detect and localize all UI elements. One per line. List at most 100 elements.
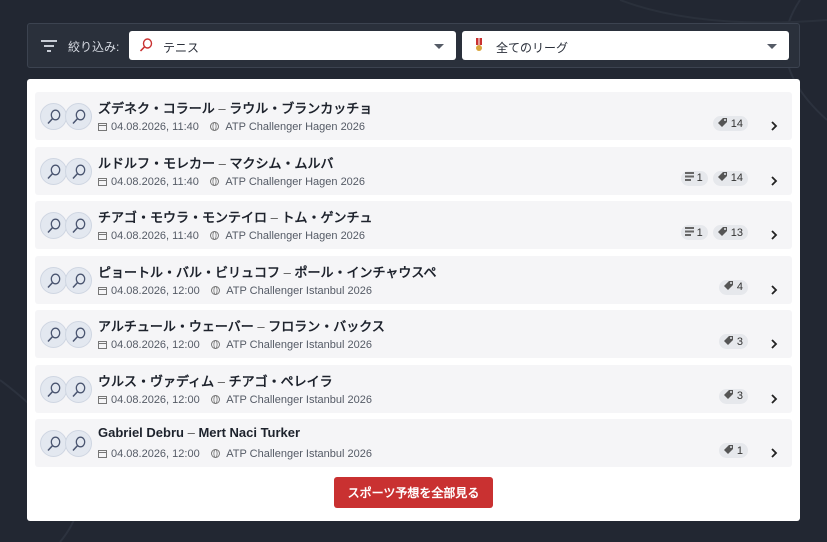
chevron-right-icon[interactable] — [770, 227, 778, 240]
match-badges: 4 — [718, 279, 748, 295]
home-player: ズデネク・コラール — [98, 101, 215, 116]
calendar-icon — [98, 121, 111, 133]
away-player: Mert Naci Turker — [198, 425, 301, 440]
match-league: ATP Challenger Hagen 2026 — [225, 175, 366, 188]
away-avatar — [65, 321, 92, 348]
match-date: 04.08.2026, 11:40 — [111, 175, 199, 188]
away-player: チアゴ・ペレイラ — [228, 373, 333, 389]
match-title: チアゴ・モウラ・モンテイロ – トム・ゲンチュ — [98, 207, 373, 226]
globe-icon — [203, 285, 224, 297]
tips-count-badge: 1 — [718, 443, 748, 458]
calendar-icon — [98, 394, 111, 406]
match-league: ATP Challenger Istanbul 2026 — [226, 393, 372, 406]
match-row[interactable]: ルドルフ・モレカー – マクシム・ムルバ 04.08.2026, 11:40 A… — [35, 146, 792, 195]
versus-separator: – — [218, 101, 226, 116]
team-avatars — [40, 375, 96, 404]
league-select-value: 全てのリーグ — [496, 41, 569, 55]
match-row[interactable]: ウルス・ヴァディム – チアゴ・ペレイラ 04.08.2026, 12:00 A… — [35, 364, 792, 413]
league-select[interactable]: 全てのリーグ — [462, 31, 789, 60]
match-row[interactable]: ズデネク・コラール – ラウル・ブランカッチョ 04.08.2026, 11:4… — [35, 92, 792, 140]
match-meta: 04.08.2026, 11:40 ATP Challenger Hagen 2… — [98, 230, 365, 242]
home-avatar — [40, 103, 67, 130]
match-row[interactable]: Gabriel Debru – Mert Naci Turker 04.08.2… — [35, 419, 792, 467]
tag-icon — [717, 171, 728, 185]
match-meta: 04.08.2026, 11:40 ATP Challenger Hagen 2… — [98, 176, 365, 188]
tips-count: 14 — [730, 172, 743, 184]
match-league: ATP Challenger Hagen 2026 — [225, 121, 366, 133]
match-row[interactable]: アルチュール・ウェーバー – フロラン・バックス 04.08.2026, 12:… — [35, 310, 792, 358]
tips-count: 13 — [730, 226, 743, 239]
match-date: 04.08.2026, 11:40 — [111, 230, 199, 242]
chevron-right-icon[interactable] — [770, 336, 778, 349]
match-badges: 3 — [718, 388, 748, 404]
chevron-right-icon[interactable] — [770, 445, 778, 458]
filter-label: 絞り込み: — [68, 40, 120, 54]
team-avatars — [40, 103, 96, 131]
home-player: ルドルフ・モレカー — [98, 155, 216, 171]
tips-count-badge: 13 — [712, 225, 748, 240]
team-avatars — [40, 157, 96, 186]
home-avatar — [40, 157, 67, 185]
match-row[interactable]: チアゴ・モウラ・モンテイロ – トム・ゲンチュ 04.08.2026, 11:4… — [35, 201, 792, 249]
home-avatar — [40, 430, 67, 457]
versus-separator: – — [257, 319, 265, 334]
home-avatar — [40, 375, 67, 403]
match-title: ウルス・ヴァディム – チアゴ・ペレイラ — [98, 371, 333, 390]
match-date: 04.08.2026, 12:00 — [111, 284, 200, 297]
tips-count: 1 — [736, 444, 743, 457]
team-avatars — [40, 212, 96, 240]
tips-count: 3 — [736, 335, 743, 348]
chevron-right-icon[interactable] — [770, 118, 778, 131]
away-avatar — [65, 212, 92, 239]
match-badges: 1 14 — [680, 170, 748, 186]
globe-icon — [202, 121, 223, 133]
match-date: 04.08.2026, 11:40 — [111, 121, 199, 133]
news-icon — [684, 226, 694, 239]
calendar-icon — [98, 285, 111, 297]
match-meta: 04.08.2026, 12:00 ATP Challenger Istanbu… — [98, 339, 372, 351]
globe-icon — [203, 448, 224, 460]
tag-icon — [723, 335, 734, 349]
away-player: ポール・インチャウスペ — [294, 264, 437, 280]
match-date: 04.08.2026, 12:00 — [111, 393, 200, 406]
match-date: 04.08.2026, 12:00 — [111, 339, 200, 351]
versus-separator: – — [283, 264, 291, 280]
chevron-right-icon[interactable] — [770, 173, 778, 186]
home-player: Gabriel Debru — [98, 425, 184, 440]
filter-icon[interactable] — [41, 40, 57, 52]
tips-count-badge: 14 — [712, 116, 748, 131]
match-badges: 3 — [718, 334, 748, 349]
match-meta: 04.08.2026, 12:00 ATP Challenger Istanbu… — [98, 448, 372, 460]
calendar-icon — [98, 176, 111, 188]
view-all-tips-button[interactable]: スポーツ予想を全部見る — [334, 477, 493, 508]
chevron-right-icon[interactable] — [770, 282, 778, 295]
sport-select[interactable]: テニス — [129, 31, 456, 60]
news-count: 1 — [696, 172, 703, 184]
away-player: トム・ゲンチュ — [281, 210, 373, 225]
news-icon — [684, 172, 694, 184]
matches-panel: ズデネク・コラール – ラウル・ブランカッチョ 04.08.2026, 11:4… — [27, 79, 800, 521]
match-title: ピョートル・バル・ビリュコフ – ポール・インチャウスペ — [98, 262, 436, 281]
match-badges: 14 — [712, 116, 748, 131]
home-avatar — [40, 266, 67, 294]
match-title: ルドルフ・モレカー – マクシム・ムルバ — [98, 153, 334, 172]
match-badges: 1 13 — [680, 225, 748, 240]
news-count-badge: 1 — [680, 225, 708, 240]
away-avatar — [65, 266, 92, 294]
tips-count: 14 — [730, 117, 743, 130]
away-avatar — [65, 157, 92, 185]
versus-separator: – — [270, 210, 278, 225]
away-avatar — [65, 375, 92, 403]
match-league: ATP Challenger Hagen 2026 — [225, 230, 366, 242]
tag-icon — [723, 389, 734, 403]
chevron-right-icon[interactable] — [770, 391, 778, 404]
match-title: Gabriel Debru – Mert Naci Turker — [98, 425, 300, 440]
calendar-icon — [98, 448, 111, 460]
away-player: マクシム・ムルバ — [229, 155, 334, 171]
filter-bar: 絞り込み: テニス 全てのリーグ — [27, 23, 800, 68]
globe-icon — [203, 394, 224, 406]
tips-count-badge: 3 — [718, 334, 748, 349]
tips-count-badge: 3 — [718, 388, 748, 404]
team-avatars — [40, 266, 96, 295]
match-row[interactable]: ピョートル・バル・ビリュコフ – ポール・インチャウスペ 04.08.2026,… — [35, 255, 792, 304]
